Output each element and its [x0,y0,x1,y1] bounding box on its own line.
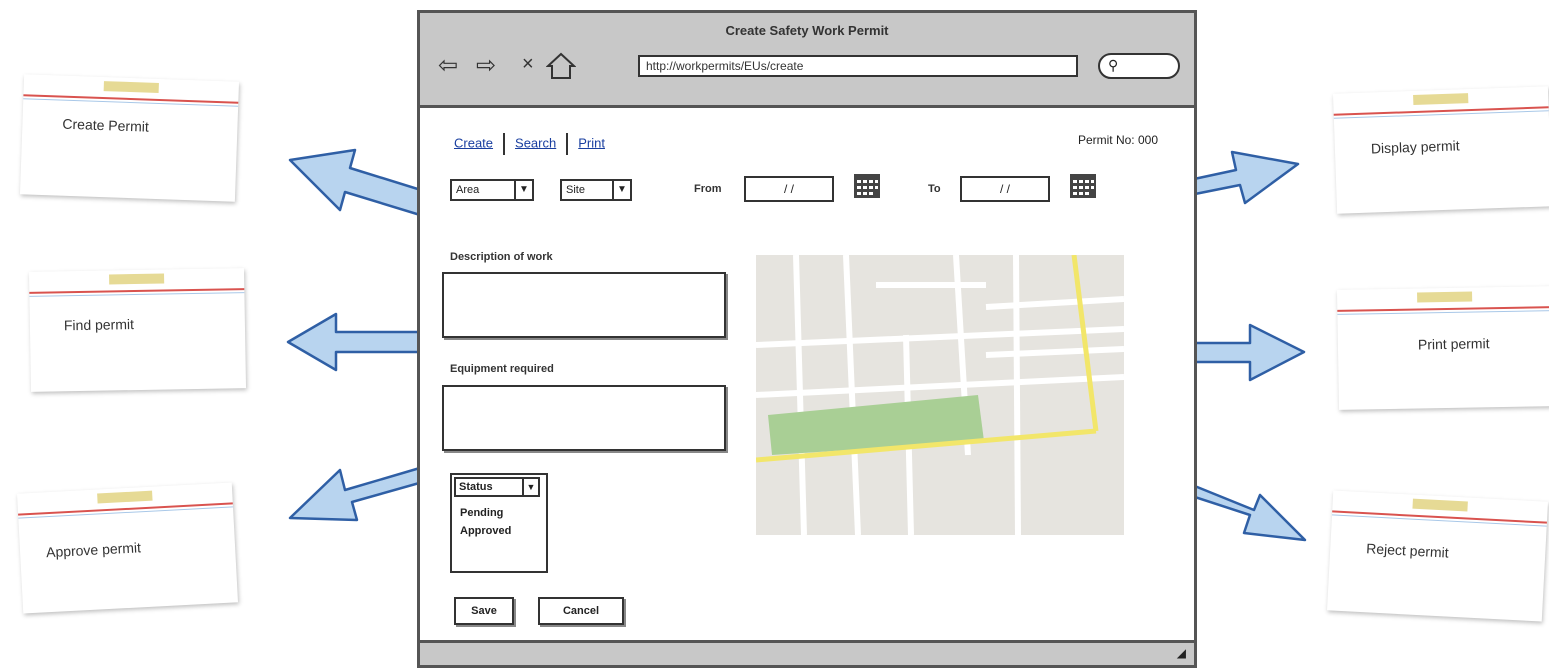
equipment-label: Equipment required [450,363,554,375]
forward-arrow-icon[interactable]: ⇨ [476,51,496,80]
nav-links: Create Search Print [454,133,605,155]
calendar-icon[interactable] [1068,170,1100,202]
calendar-icon[interactable] [852,170,884,202]
chevron-down-icon: ▼ [514,181,532,199]
url-input[interactable] [638,55,1078,77]
status-option-pending[interactable]: Pending [460,507,503,519]
area-dropdown[interactable]: Area ▼ [450,179,534,201]
from-label: From [694,183,722,195]
status-bar: ◢ [420,640,1194,665]
nav-link-create[interactable]: Create [454,135,493,150]
permit-number: Permit No: 000 [1077,133,1158,147]
chevron-down-icon: ▼ [612,181,630,199]
search-input[interactable]: ⚲ [1098,53,1180,79]
resize-grip-icon[interactable]: ◢ [1177,646,1186,660]
arrow-to-approve [288,463,439,522]
arrow-to-find [286,312,439,372]
nav-link-print[interactable]: Print [578,135,605,150]
site-dropdown-value: Site [566,184,585,196]
to-date-input[interactable]: / / [960,176,1050,202]
from-date-input[interactable]: / / [744,176,834,202]
divider [503,133,506,155]
cancel-button[interactable]: Cancel [538,597,624,625]
chevron-down-icon: ▼ [522,479,538,495]
home-icon-glyph [545,52,577,79]
status-option-approved[interactable]: Approved [460,525,511,537]
site-dropdown[interactable]: Site ▼ [560,179,632,201]
save-button[interactable]: Save [454,597,514,625]
to-label: To [928,183,941,195]
close-icon[interactable]: × [522,53,534,76]
browser-window: Create Safety Work Permit ⇦ ⇨ × ⚲ Create… [417,10,1197,668]
description-label: Description of work [450,251,553,263]
search-icon: ⚲ [1108,57,1119,73]
description-textarea[interactable] [442,272,726,338]
arrow-to-create [288,148,439,220]
area-dropdown-value: Area [456,184,480,196]
nav-link-search[interactable]: Search [515,135,556,150]
status-dropdown-value: Status [459,481,493,493]
equipment-textarea[interactable] [442,385,726,451]
divider [566,133,569,155]
map-view[interactable] [756,255,1124,535]
browser-toolbar: Create Safety Work Permit ⇦ ⇨ × ⚲ [420,13,1194,108]
window-title: Create Safety Work Permit [725,23,889,38]
back-arrow-icon[interactable]: ⇦ [438,51,458,80]
status-listbox: Status ▼ Pending Approved [450,473,548,573]
status-dropdown[interactable]: Status ▼ [454,477,540,497]
home-icon[interactable] [545,51,577,88]
